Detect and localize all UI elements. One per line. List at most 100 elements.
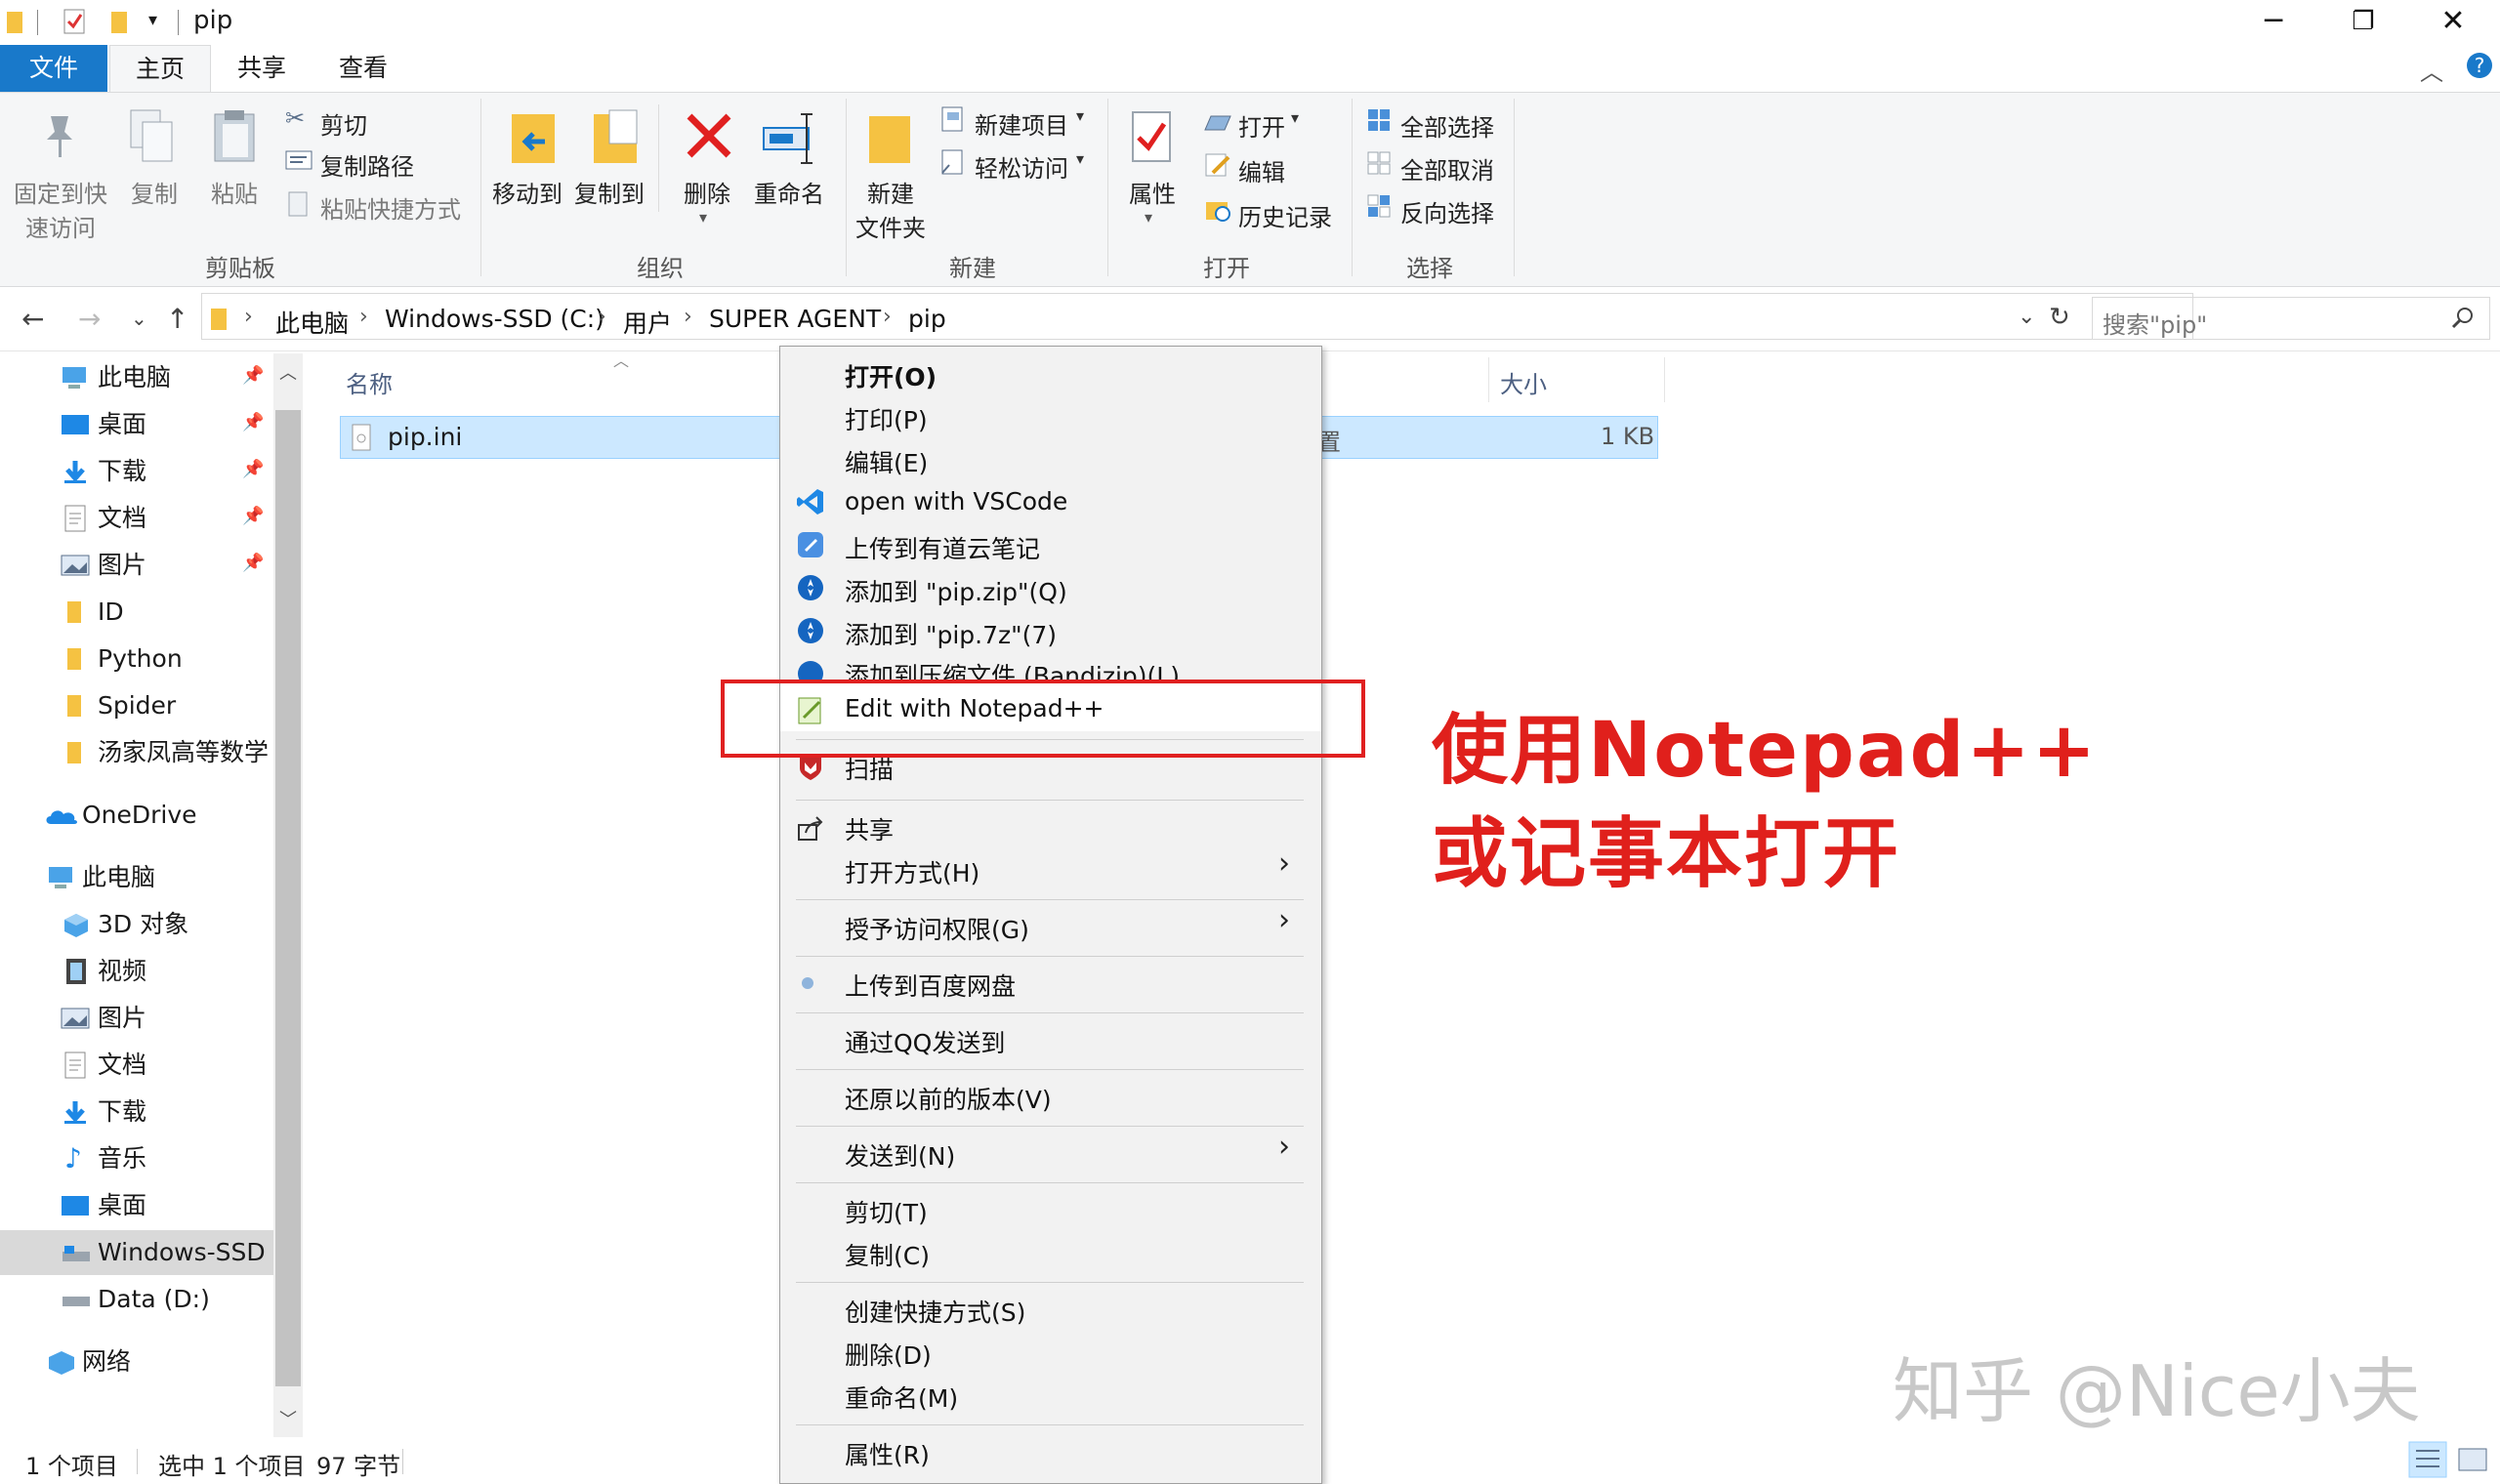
menu-item-open[interactable]: 打开(O) — [845, 358, 937, 393]
menu-item-edit[interactable]: 编辑(E) — [845, 444, 928, 479]
tab-share[interactable]: 共享 — [211, 45, 312, 92]
status-item-count: 1 个项目 — [25, 1453, 118, 1480]
breadcrumb-chevron-icon[interactable]: › — [684, 305, 692, 329]
copy-path-button[interactable]: 复制路径 — [320, 147, 414, 182]
chevron-down-icon[interactable]: ▾ — [699, 208, 707, 227]
breadcrumb-super-agent[interactable]: SUPER AGENT — [709, 305, 881, 333]
breadcrumb-windows-ssd[interactable]: Windows-SSD (C:) — [385, 305, 604, 333]
open-button[interactable]: 打开 — [1238, 108, 1285, 143]
menu-item-cut[interactable]: 剪切(T) — [845, 1194, 928, 1229]
column-divider[interactable] — [1488, 357, 1489, 402]
nav-scrollbar-thumb[interactable] — [275, 410, 301, 1386]
back-icon[interactable]: ← — [21, 303, 44, 335]
tab-file[interactable]: 文件 — [0, 45, 107, 92]
menu-item-create-shortcut[interactable]: 创建快捷方式(S) — [845, 1294, 1025, 1329]
history-button[interactable]: 历史记录 — [1238, 198, 1332, 232]
nav-label: Data (D:) — [98, 1285, 210, 1313]
new-folder-quick-icon[interactable] — [109, 8, 131, 35]
menu-item-print[interactable]: 打印(P) — [845, 401, 928, 436]
delete-button[interactable]: 删除 — [684, 175, 730, 209]
paste-shortcut-button[interactable]: 粘贴快捷方式 — [320, 190, 461, 225]
new-item-button[interactable]: 新建项目 — [975, 106, 1068, 141]
easy-access-button[interactable]: 轻松访问 — [975, 149, 1068, 184]
menu-separator — [796, 899, 1304, 900]
minimize-button[interactable]: ─ — [2229, 0, 2318, 45]
chevron-down-icon[interactable]: ▾ — [1145, 208, 1152, 227]
menu-item-baidu[interactable]: 上传到百度网盘 — [845, 968, 1016, 1003]
menu-item-copy[interactable]: 复制(C) — [845, 1237, 930, 1272]
nav-item-windows-ssd[interactable]: Windows-SSD ( — [0, 1230, 282, 1275]
copy-button[interactable]: 复制 — [131, 175, 178, 209]
column-divider[interactable] — [1664, 357, 1665, 402]
cut-button[interactable]: 剪切 — [320, 106, 367, 141]
properties-button[interactable]: 属性 — [1129, 175, 1176, 209]
chevron-down-icon[interactable]: ▾ — [148, 10, 157, 30]
scroll-down-icon[interactable]: ﹀ — [279, 1406, 297, 1431]
pin-icon[interactable]: 📌 — [242, 459, 264, 479]
select-all-button[interactable]: 全部选择 — [1400, 108, 1494, 143]
scroll-up-icon[interactable]: ︿ — [279, 359, 297, 385]
breadcrumb-chevron-icon[interactable]: › — [244, 305, 253, 329]
move-to-button[interactable]: 移动到 — [492, 175, 562, 209]
move-to-icon — [512, 114, 555, 163]
new-folder-button[interactable]: 新建 文件夹 — [852, 175, 930, 243]
tab-view[interactable]: 查看 — [312, 45, 414, 92]
refresh-icon[interactable]: ↻ — [2049, 303, 2070, 332]
paste-button[interactable]: 粘贴 — [211, 175, 258, 209]
up-icon[interactable]: ↑ — [166, 303, 188, 335]
restore-button[interactable]: ❐ — [2318, 0, 2408, 45]
invert-selection-button[interactable]: 反向选择 — [1400, 194, 1494, 228]
rename-button[interactable]: 重命名 — [754, 175, 824, 209]
chevron-down-icon[interactable]: ▾ — [1076, 106, 1084, 125]
file-name[interactable]: pip.ini — [388, 423, 462, 451]
menu-item-delete[interactable]: 删除(D) — [845, 1337, 932, 1372]
help-icon[interactable]: ? — [2465, 51, 2494, 80]
details-view-icon[interactable] — [2408, 1441, 2447, 1478]
copy-to-button[interactable]: 复制到 — [574, 175, 645, 209]
close-button[interactable]: ✕ — [2408, 0, 2498, 45]
select-none-button[interactable]: 全部取消 — [1400, 151, 1494, 186]
chevron-down-icon[interactable]: ⌄ — [2018, 305, 2035, 329]
pin-icon[interactable]: 📌 — [242, 412, 264, 433]
breadcrumb-pip[interactable]: pip — [908, 305, 946, 333]
menu-item-youdao[interactable]: 上传到有道云笔记 — [845, 530, 1040, 565]
large-icons-view-icon[interactable] — [2455, 1443, 2490, 1476]
column-header-size[interactable]: 大小 — [1500, 365, 1547, 399]
menu-item-send-qq[interactable]: 通过QQ发送到 — [845, 1024, 1005, 1059]
menu-item-send-to[interactable]: 发送到(N) — [845, 1137, 955, 1173]
menu-item-grant-access[interactable]: 授予访问权限(G) — [845, 911, 1029, 946]
nav-label: 网络 — [82, 1347, 132, 1376]
menu-item-restore-versions[interactable]: 还原以前的版本(V) — [845, 1081, 1052, 1116]
breadcrumb-users[interactable]: 用户 — [623, 305, 672, 340]
menu-item-add-zip[interactable]: 添加到 "pip.zip"(Q) — [845, 573, 1067, 608]
pin-quick-access-button[interactable]: 固定到快 速访问 — [12, 175, 109, 243]
nav-label: ID — [98, 598, 124, 626]
pin-icon[interactable]: 📌 — [242, 506, 264, 526]
recent-locations-icon[interactable]: ⌄ — [131, 307, 147, 330]
menu-item-rename[interactable]: 重命名(M) — [845, 1380, 958, 1415]
column-header-name[interactable]: 名称 — [346, 365, 393, 399]
menu-item-add-bandizip[interactable]: 添加到压缩文件 (Bandizip)(L)... — [845, 657, 1203, 680]
menu-item-share[interactable]: 共享 — [845, 811, 894, 846]
properties-icon[interactable] — [62, 8, 88, 35]
breadcrumb-chevron-icon[interactable]: › — [598, 305, 606, 329]
breadcrumb-this-pc[interactable]: 此电脑 — [275, 305, 349, 340]
forward-icon[interactable]: → — [78, 303, 101, 335]
edit-button[interactable]: 编辑 — [1238, 153, 1285, 187]
menu-separator — [796, 1282, 1304, 1283]
search-icon[interactable] — [2450, 306, 2476, 331]
tab-home[interactable]: 主页 — [109, 45, 211, 94]
chevron-down-icon[interactable]: ▾ — [1076, 149, 1084, 168]
collapse-ribbon-icon[interactable]: ︿ — [2420, 53, 2443, 87]
pin-icon[interactable]: 📌 — [242, 553, 264, 573]
menu-item-open-with-vscode[interactable]: open with VSCode — [845, 487, 1067, 515]
menu-item-properties[interactable]: 属性(R) — [845, 1436, 930, 1471]
menu-item-open-with[interactable]: 打开方式(H) — [845, 854, 979, 889]
nav-label: 文档 — [98, 504, 147, 532]
pin-icon[interactable]: 📌 — [242, 365, 264, 386]
menu-item-add-7z[interactable]: 添加到 "pip.7z"(7) — [845, 616, 1057, 651]
search-input[interactable]: 搜索"pip" — [2092, 297, 2490, 340]
breadcrumb-chevron-icon[interactable]: › — [883, 305, 892, 329]
breadcrumb-chevron-icon[interactable]: › — [359, 305, 368, 329]
chevron-down-icon[interactable]: ▾ — [1291, 108, 1299, 127]
